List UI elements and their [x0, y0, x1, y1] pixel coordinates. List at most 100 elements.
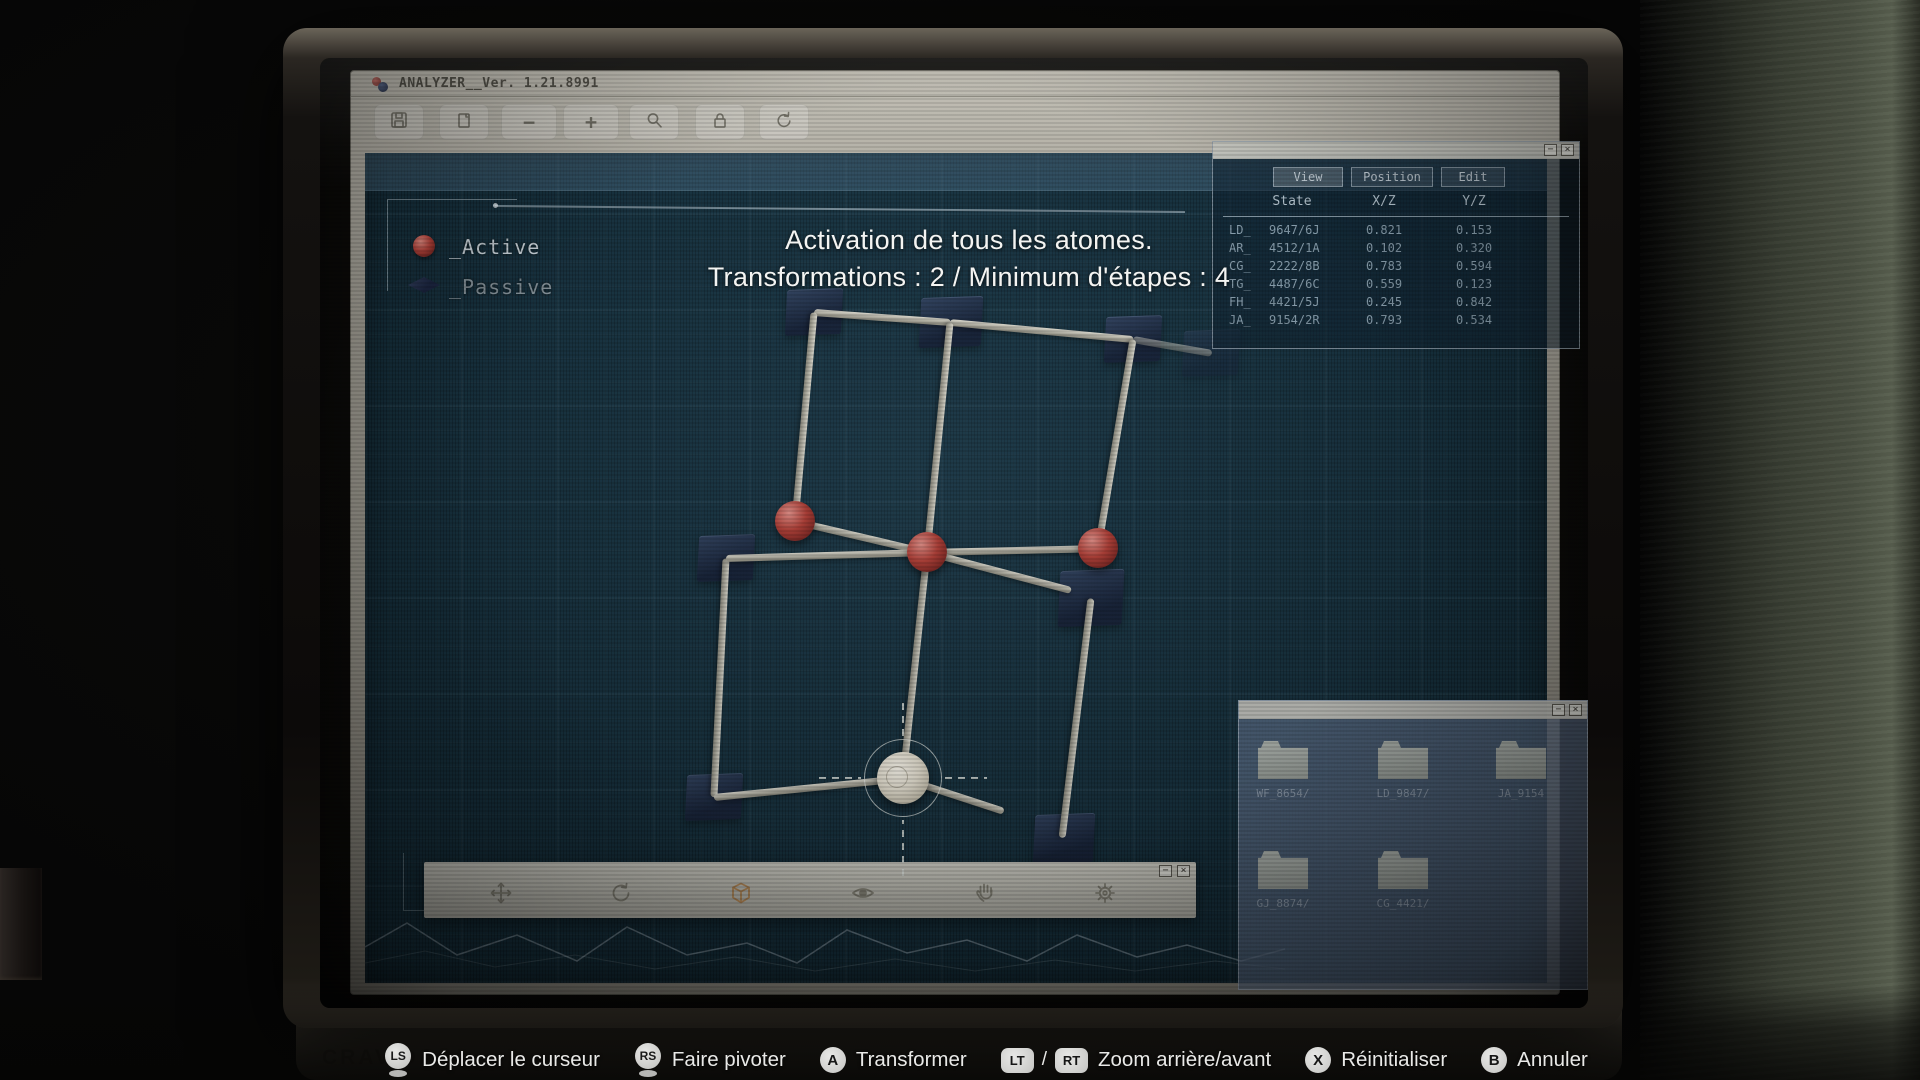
row-xz: 0.245: [1365, 295, 1403, 309]
rotate-tool-icon[interactable]: [608, 880, 634, 906]
bond-rod: [926, 548, 1072, 594]
folder-label: WF_8654/: [1256, 787, 1310, 800]
bond-rod: [926, 544, 1099, 556]
main-toolbar: − +: [351, 98, 1559, 146]
panel-titlebar: − ×: [1213, 142, 1579, 159]
tab-position[interactable]: Position: [1351, 167, 1433, 187]
tab-edit[interactable]: Edit: [1441, 167, 1505, 187]
folder-label: CG_4421/: [1376, 897, 1430, 910]
undo-rotate-icon: [774, 110, 794, 135]
copy-button[interactable]: [439, 104, 489, 140]
folder-icon: [1258, 851, 1308, 889]
a-button-icon: A: [819, 1047, 846, 1073]
desk-object: [0, 868, 42, 980]
hint-move-cursor: LS Déplacer le curseur: [384, 1043, 600, 1077]
hint-transform: A Transformer: [819, 1047, 967, 1073]
close-icon[interactable]: ×: [1561, 144, 1574, 156]
row-xz: 0.793: [1365, 313, 1403, 327]
hint-reset: X Réinitialiser: [1305, 1047, 1447, 1073]
selection-cursor-orb[interactable]: [877, 752, 929, 804]
ruler-line: [494, 205, 1185, 213]
header-divider: [1223, 216, 1569, 217]
table-row: FH_ 4421/5J 0.245 0.842: [1213, 295, 1579, 313]
close-icon[interactable]: ×: [1177, 865, 1190, 877]
bond-rod: [791, 311, 818, 522]
move-tool-icon[interactable]: [488, 880, 514, 906]
rt-button-icon: RT: [1055, 1047, 1088, 1073]
settings-gear-icon[interactable]: [1092, 880, 1118, 906]
objective-text: Activation de tous les atomes.: [785, 225, 1153, 255]
folder-icon: [1258, 741, 1308, 779]
folder-icon: [1378, 851, 1428, 889]
lock-button[interactable]: [695, 104, 745, 140]
document-icon: [454, 110, 474, 135]
gamepad-hint-bar: LS Déplacer le curseur RS Faire pivoter …: [26, 1040, 1920, 1080]
crt-screen: ANALYZER__Ver. 1.21.8991 − + _Active _Pa…: [320, 58, 1588, 1008]
hint-rotate: RS Faire pivoter: [634, 1043, 786, 1077]
column-header-yz: Y/Z: [1462, 194, 1486, 209]
reset-view-button[interactable]: [759, 104, 809, 140]
active-atom: [907, 532, 947, 572]
column-header-xz: X/Z: [1372, 194, 1396, 209]
right-stick-icon: RS: [634, 1043, 662, 1077]
hint-label: Réinitialiser: [1341, 1048, 1448, 1071]
hint-zoom: LT / RT Zoom arrière/avant: [1000, 1047, 1272, 1073]
file-browser-panel: − × WF_8654/ LD_9847/ JA_9154 GJ_8874/ C…: [1238, 700, 1588, 990]
status-text: Transformations : 2 / Minimum d'étapes :…: [707, 262, 1231, 292]
molecule-app-icon: [371, 76, 391, 92]
row-id: JA_: [1229, 313, 1251, 327]
monitor-bezel: ANALYZER__Ver. 1.21.8991 − + _Active _Pa…: [283, 28, 1623, 1028]
bond-rod: [923, 321, 954, 553]
zoom-out-button[interactable]: −: [501, 104, 557, 140]
bond-rod: [899, 551, 931, 779]
plus-icon: +: [584, 110, 598, 134]
search-button[interactable]: [629, 104, 679, 140]
row-id: FH_: [1229, 295, 1251, 309]
row-yz: 0.842: [1455, 295, 1493, 309]
hint-label: Transformer: [855, 1048, 967, 1071]
b-button-icon: B: [1481, 1047, 1508, 1073]
minimize-icon[interactable]: −: [1552, 704, 1565, 716]
table-row: JA_ 9154/2R 0.793 0.534: [1213, 313, 1579, 331]
folder-label: JA_9154: [1497, 787, 1545, 800]
column-header-state: State: [1272, 194, 1312, 209]
panel-titlebar: − ×: [1239, 701, 1587, 719]
lt-button-icon: LT: [1000, 1047, 1034, 1073]
lock-icon: [710, 110, 730, 135]
hint-separator: /: [1041, 1049, 1047, 1070]
floppy-icon: [389, 110, 409, 135]
bond-rod: [1058, 597, 1095, 838]
zoom-in-button[interactable]: +: [563, 104, 619, 140]
cube-tool-icon[interactable]: [728, 880, 754, 906]
hand-tool-icon[interactable]: [972, 880, 998, 906]
bond-rod: [725, 548, 928, 562]
window-titlebar: ANALYZER__Ver. 1.21.8991: [351, 71, 1559, 97]
tool-palette: − ×: [424, 862, 1196, 918]
hint-label: Faire pivoter: [671, 1048, 786, 1071]
folder-label: LD_9847/: [1376, 787, 1430, 800]
hint-cancel: B Annuler: [1481, 1047, 1588, 1073]
objective-overlay: Activation de tous les atomes. Transform…: [350, 222, 1588, 296]
row-yz: 0.534: [1455, 313, 1493, 327]
folder-icon: [1496, 741, 1546, 779]
tab-view[interactable]: View: [1273, 167, 1343, 187]
save-button[interactable]: [374, 104, 424, 140]
x-button-icon: X: [1305, 1047, 1332, 1073]
active-atom: [775, 501, 815, 541]
scene: CRAVIDA ANALYZER__Ver. 1.21.8991: [0, 0, 1920, 1080]
window-title: ANALYZER__Ver. 1.21.8991: [399, 76, 599, 91]
row-code: 9154/2R: [1269, 313, 1320, 327]
eye-tool-icon[interactable]: [850, 880, 876, 906]
minimize-icon[interactable]: −: [1159, 865, 1172, 877]
wall-texture: [1640, 0, 1920, 1080]
hint-label: Zoom arrière/avant: [1098, 1048, 1272, 1071]
left-stick-icon: LS: [384, 1043, 412, 1077]
search-icon: [644, 110, 664, 135]
folder-label: GJ_8874/: [1256, 897, 1310, 910]
bond-rod: [1094, 338, 1137, 549]
bond-rod: [710, 557, 730, 797]
row-code: 4421/5J: [1269, 295, 1320, 309]
minus-icon: −: [522, 110, 536, 134]
minimize-icon[interactable]: −: [1544, 144, 1557, 156]
close-icon[interactable]: ×: [1569, 704, 1582, 716]
